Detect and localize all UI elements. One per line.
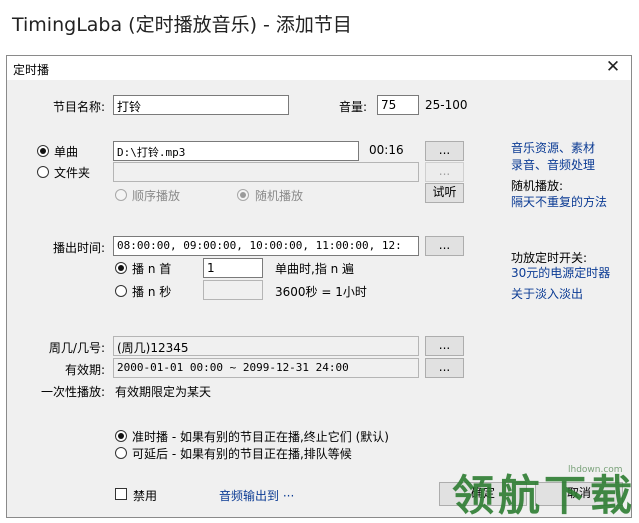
play-n-first-radio[interactable] bbox=[115, 262, 127, 274]
validity-label: 有效期: bbox=[64, 363, 105, 377]
single-path-input[interactable]: D:\打铃.mp3 bbox=[113, 141, 359, 161]
dialog-titlebar: 定时播 ✕ bbox=[7, 56, 631, 80]
on-time-label: 准时播 - 如果有别的节目正在播,终止它们 (默认) bbox=[132, 430, 389, 444]
random-play-title: 随机播放: bbox=[511, 179, 564, 193]
disable-label: 禁用 bbox=[133, 489, 158, 503]
random-radio bbox=[237, 189, 249, 201]
folder-browse-button: ... bbox=[425, 162, 464, 182]
volume-range: 25-100 bbox=[425, 98, 468, 112]
one-time-value: 有效期限定为某天 bbox=[115, 385, 212, 399]
fade-link[interactable]: 关于淡入淡出 bbox=[511, 285, 583, 302]
validity-input: 2000-01-01 00:00 ~ 2099-12-31 24:00 bbox=[113, 358, 419, 378]
delay-label: 可延后 - 如果有别的节目正在播,排队等候 bbox=[132, 447, 352, 461]
music-resources-link[interactable]: 音乐资源、素材 bbox=[511, 139, 595, 156]
delay-radio[interactable] bbox=[115, 447, 127, 459]
n-count-input[interactable]: 1 bbox=[203, 258, 263, 278]
listen-button[interactable]: 试听 bbox=[425, 183, 464, 203]
single-radio[interactable] bbox=[37, 145, 49, 157]
sequential-radio bbox=[115, 189, 127, 201]
amp-link[interactable]: 30元的电源定时器 bbox=[511, 264, 610, 281]
random-label: 随机播放 bbox=[255, 189, 304, 203]
watermark-site: lhdown.com bbox=[568, 465, 623, 475]
weekday-input: (周几)12345 bbox=[113, 336, 419, 356]
folder-path-input bbox=[113, 162, 419, 182]
audio-output-link[interactable]: 音频输出到 ··· bbox=[219, 487, 294, 504]
validity-browse-button[interactable]: ... bbox=[425, 358, 464, 378]
program-name-label: 节目名称: bbox=[52, 100, 105, 114]
dialog-title: 定时播 bbox=[13, 63, 50, 77]
play-time-input[interactable]: 08:00:00, 09:00:00, 10:00:00, 11:00:00, … bbox=[113, 236, 419, 256]
weekday-browse-button[interactable]: ... bbox=[425, 336, 464, 356]
volume-input[interactable]: 75 bbox=[377, 95, 419, 115]
folder-label: 文件夹 bbox=[54, 166, 91, 180]
seconds-input bbox=[203, 280, 263, 300]
weekday-label: 周几/几号: bbox=[48, 341, 105, 355]
duration-value: 00:16 bbox=[369, 143, 404, 157]
play-time-browse-button[interactable]: ... bbox=[425, 236, 464, 256]
random-play-link[interactable]: 隔天不重复的方法 bbox=[511, 193, 607, 210]
disable-checkbox[interactable] bbox=[115, 488, 127, 500]
play-n-seconds-radio[interactable] bbox=[115, 285, 127, 297]
program-name-input[interactable]: 打铃 bbox=[113, 95, 289, 115]
play-n-seconds-label: 播 n 秒 bbox=[132, 285, 172, 299]
on-time-radio[interactable] bbox=[115, 430, 127, 442]
play-n-first-label: 播 n 首 bbox=[132, 262, 172, 276]
n-count-hint: 单曲时,指 n 遍 bbox=[275, 262, 355, 276]
single-label: 单曲 bbox=[54, 145, 79, 159]
single-browse-button[interactable]: ... bbox=[425, 141, 464, 161]
close-icon[interactable]: ✕ bbox=[603, 57, 623, 77]
folder-radio[interactable] bbox=[37, 166, 49, 178]
sequential-label: 顺序播放 bbox=[132, 189, 181, 203]
dialog: 定时播 ✕ 节目名称: 打铃 音量: 75 25-100 单曲 D:\打铃.mp… bbox=[6, 55, 632, 518]
window-title: TimingLaba (定时播放音乐) - 添加节目 bbox=[12, 14, 352, 36]
volume-label: 音量: bbox=[339, 100, 368, 114]
one-time-label: 一次性播放: bbox=[40, 385, 105, 399]
recording-link[interactable]: 录音、音频处理 bbox=[511, 156, 595, 173]
play-time-label: 播出时间: bbox=[52, 241, 105, 255]
seconds-hint: 3600秒 = 1小时 bbox=[275, 285, 367, 299]
